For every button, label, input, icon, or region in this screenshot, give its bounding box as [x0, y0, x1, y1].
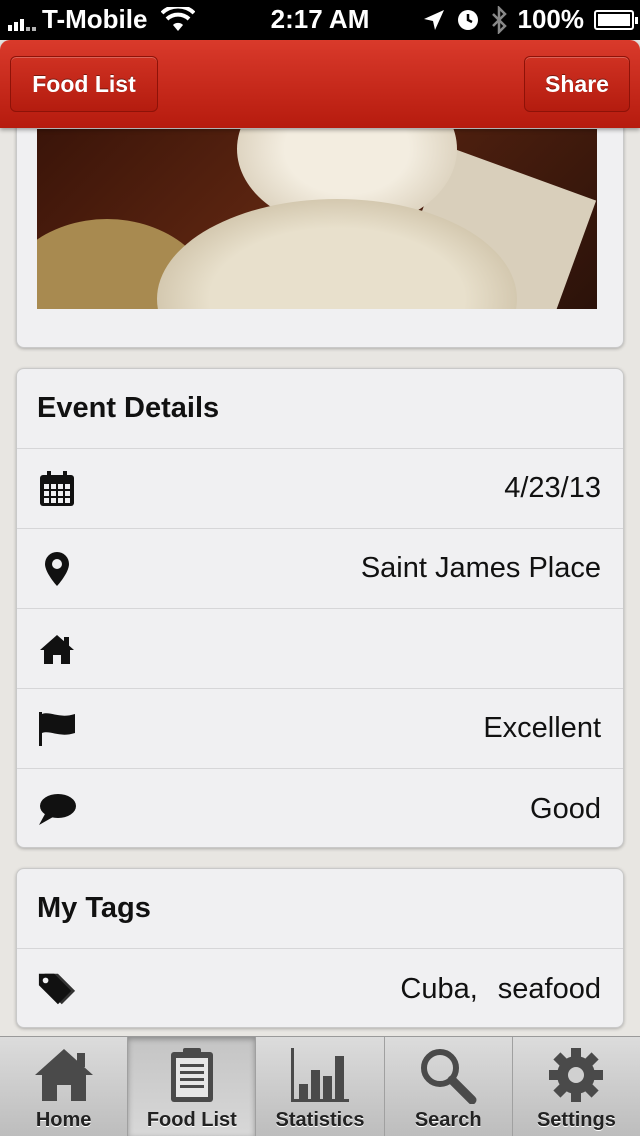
tab-bar: Home Food List Statistics Search Setting…: [0, 1036, 640, 1136]
event-date-row[interactable]: 4/23/13: [17, 449, 623, 529]
tags-list: Cuba, seafood: [400, 973, 601, 1006]
battery-icon: [594, 9, 638, 30]
speech-bubble-icon: [37, 789, 77, 829]
event-comment-value: Good: [530, 792, 601, 825]
tags-row[interactable]: Cuba, seafood: [17, 949, 623, 1027]
event-venue-row[interactable]: [17, 609, 623, 689]
event-date-value: 4/23/13: [504, 472, 601, 504]
tag-item: Cuba,: [400, 972, 478, 1005]
tags-icon: [37, 969, 77, 1009]
my-tags-card: My Tags Cuba, seafood: [16, 868, 624, 1028]
clipboard-icon: [169, 1045, 215, 1105]
home-icon: [37, 629, 77, 669]
tab-search[interactable]: Search: [385, 1037, 513, 1136]
calendar-icon: [37, 469, 77, 509]
home-icon: [33, 1045, 95, 1105]
tab-label: Search: [414, 1109, 482, 1131]
my-tags-title: My Tags: [17, 869, 623, 949]
event-location-row[interactable]: Saint James Place: [17, 529, 623, 609]
tab-label: Home: [35, 1109, 92, 1131]
tab-settings[interactable]: Settings: [513, 1037, 640, 1136]
back-button[interactable]: Food List: [10, 56, 158, 112]
location-arrow-icon: [423, 9, 444, 30]
food-photo[interactable]: [37, 129, 597, 309]
event-comment-row[interactable]: Good: [17, 769, 623, 847]
bluetooth-icon: [491, 5, 507, 34]
tag-item: seafood: [497, 972, 601, 1005]
event-rating-value: Excellent: [483, 712, 601, 744]
alarm-icon: [457, 9, 478, 30]
status-right: 100%: [422, 4, 638, 35]
tab-home[interactable]: Home: [0, 1037, 129, 1136]
status-bar: T-Mobile 2:17 AM 100%: [0, 0, 640, 40]
tab-statistics[interactable]: Statistics: [256, 1037, 385, 1136]
search-icon: [418, 1045, 478, 1105]
nav-header: Food List Share: [0, 40, 640, 128]
location-pin-icon: [37, 549, 77, 589]
gear-icon: [547, 1045, 605, 1105]
photo-card: [16, 100, 624, 348]
tab-label: Statistics: [275, 1109, 365, 1131]
tab-food-list[interactable]: Food List: [128, 1037, 257, 1136]
event-location-value: Saint James Place: [360, 552, 601, 584]
event-details-title: Event Details: [17, 369, 623, 449]
bar-chart-icon: [289, 1045, 351, 1105]
event-details-card: Event Details 4/23/13 Saint James Place …: [16, 368, 624, 848]
share-button[interactable]: Share: [524, 56, 630, 112]
tab-label: Settings: [536, 1109, 616, 1131]
tab-label: Food List: [146, 1109, 237, 1131]
battery-percent: 100%: [517, 4, 585, 34]
event-rating-row[interactable]: Excellent: [17, 689, 623, 769]
flag-icon: [37, 709, 77, 749]
